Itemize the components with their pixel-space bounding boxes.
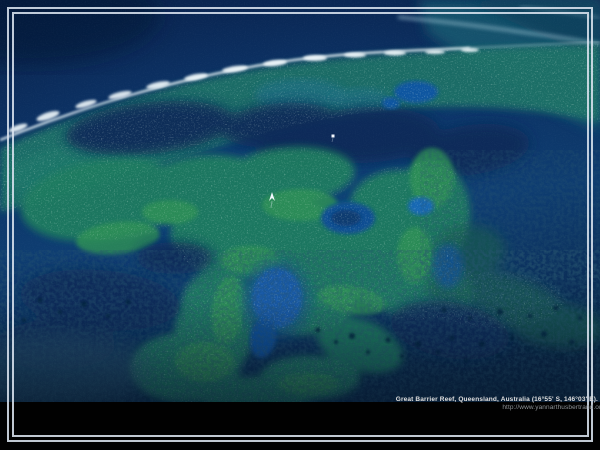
reef-aerial-photo	[0, 0, 600, 402]
photo-grain	[0, 0, 600, 402]
photo-caption: Great Barrier Reef, Queensland, Australi…	[396, 396, 598, 403]
photo-caption-block: Great Barrier Reef, Queensland, Australi…	[396, 396, 598, 411]
reef-photo-illustration	[0, 0, 600, 402]
photo-credit-url: http://www.yannarthusbertrand.org	[396, 404, 600, 411]
wallpaper-canvas: Great Barrier Reef, Queensland, Australi…	[0, 0, 600, 450]
